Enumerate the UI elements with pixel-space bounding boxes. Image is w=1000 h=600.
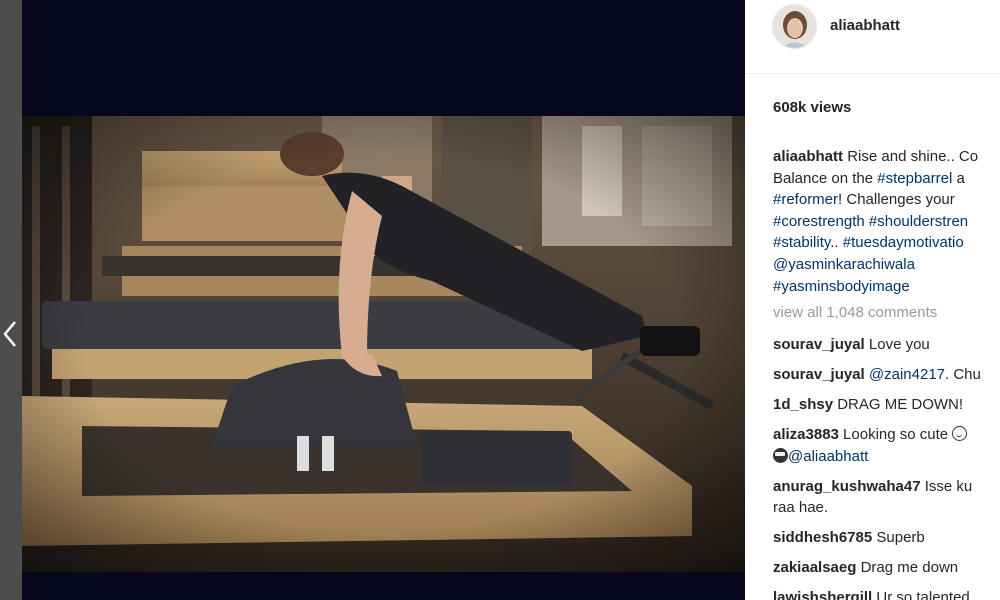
caption-line: #reformer! Challenges your <box>773 189 1000 211</box>
caption-line: Balance on the #stepbarrel a <box>773 168 1000 190</box>
hashtag-link[interactable]: #reformer <box>773 191 838 208</box>
comment-line: raa hae. <box>773 497 1000 519</box>
comment-item: aliza3883 Looking so cute @aliaabhatt <box>773 424 1000 467</box>
comment-item: sourav_juyal Love you <box>773 334 1000 356</box>
comment-text: . Chu <box>945 366 981 383</box>
post-header: aliaabhatt <box>745 0 1000 74</box>
post-username[interactable]: aliaabhatt <box>830 17 900 34</box>
media-panel <box>22 0 745 600</box>
caption-line: @yasminkarachiwala <box>773 254 1000 276</box>
previous-post-button[interactable] <box>0 312 20 356</box>
caption-line: #corestrength #shoulderstren <box>773 211 1000 233</box>
comment-username[interactable]: sourav_juyal <box>773 366 865 383</box>
comment-item: anurag_kushwaha47 Isse ku raa hae. <box>773 476 1000 519</box>
comment-list: sourav_juyal Love you sourav_juyal @zain… <box>773 334 1000 600</box>
profile-photo <box>773 5 816 48</box>
comment-username[interactable]: siddhesh6785 <box>773 529 872 546</box>
mention-link[interactable]: @aliaabhatt <box>788 448 868 465</box>
caption-line: #stability.. #tuesdaymotivatio <box>773 232 1000 254</box>
caption-username[interactable]: aliaabhatt <box>773 148 843 165</box>
sunglasses-face-emoji-icon <box>773 447 788 463</box>
comment-item: siddhesh6785 Superb <box>773 527 1000 549</box>
avatar[interactable] <box>772 4 817 49</box>
comment-username[interactable]: 1d_shsy <box>773 396 833 413</box>
caption-text: .. <box>830 234 843 252</box>
view-all-comments-link[interactable]: view all 1,048 comments <box>773 304 937 321</box>
caption-text: ! Challenges your <box>838 191 955 209</box>
comment-text: Love you <box>864 336 930 353</box>
comment-text: Ur so talented <box>872 589 970 600</box>
post-info-panel: aliaabhatt 608k views aliaabhatt Rise an… <box>745 0 1000 600</box>
post-video[interactable] <box>22 116 745 572</box>
caption-line: aliaabhatt Rise and shine.. Co <box>773 146 1000 168</box>
view-count: 608k views <box>773 99 852 116</box>
hashtag-link[interactable]: #stepbarrel <box>877 170 952 187</box>
comment-text: raa hae. <box>773 499 829 516</box>
comment-username[interactable]: zakiaalsaeg <box>773 559 856 576</box>
post-caption: aliaabhatt Rise and shine.. Co Balance o… <box>773 146 1000 297</box>
comment-item: 1d_shsy DRAG ME DOWN! <box>773 394 1000 416</box>
hashtag-link[interactable]: #yasminsbodyimage <box>773 278 910 295</box>
modal-backdrop <box>0 0 22 600</box>
hashtag-link[interactable]: #tuesdaymotivatio <box>843 234 964 251</box>
caption-text: Rise and shine.. Co <box>847 148 979 165</box>
comment-item: zakiaalsaeg Drag me down <box>773 557 1000 579</box>
comment-text: DRAG ME DOWN! <box>833 396 964 413</box>
comment-text: Isse ku <box>920 477 973 495</box>
comment-text: Drag me down <box>856 559 959 576</box>
comment-username[interactable]: aliza3883 <box>773 426 839 443</box>
comment-text: Superb <box>872 529 925 546</box>
comment-line: @aliaabhatt <box>773 446 1000 468</box>
comment-line: anurag_kushwaha47 Isse ku <box>773 476 1000 498</box>
chevron-left-icon <box>3 321 16 347</box>
comment-line: aliza3883 Looking so cute <box>773 424 1000 446</box>
hashtag-link[interactable]: #shoulderstren <box>869 213 968 230</box>
comment-text: Looking so cute <box>838 426 953 443</box>
caption-line: #yasminsbodyimage <box>773 276 1000 298</box>
mention-link[interactable]: @zain4217 <box>869 366 945 383</box>
comment-item: sourav_juyal @zain4217. Chu <box>773 364 1000 386</box>
caption-text: Balance on the <box>773 169 878 187</box>
video-frame <box>22 116 745 572</box>
hashtag-link[interactable]: #corestrength <box>773 213 865 230</box>
comment-username[interactable]: anurag_kushwaha47 <box>773 478 921 495</box>
comment-username[interactable]: sourav_juyal <box>773 336 865 353</box>
hashtag-link[interactable]: #stability <box>773 234 830 251</box>
comment-item: lawishshergill Ur so talented <box>773 587 1000 600</box>
comment-username[interactable]: lawishshergill <box>773 589 872 600</box>
caption-text: a <box>952 169 965 187</box>
mention-link[interactable]: @yasminkarachiwala <box>773 256 915 273</box>
smiling-face-emoji-icon <box>952 426 968 441</box>
